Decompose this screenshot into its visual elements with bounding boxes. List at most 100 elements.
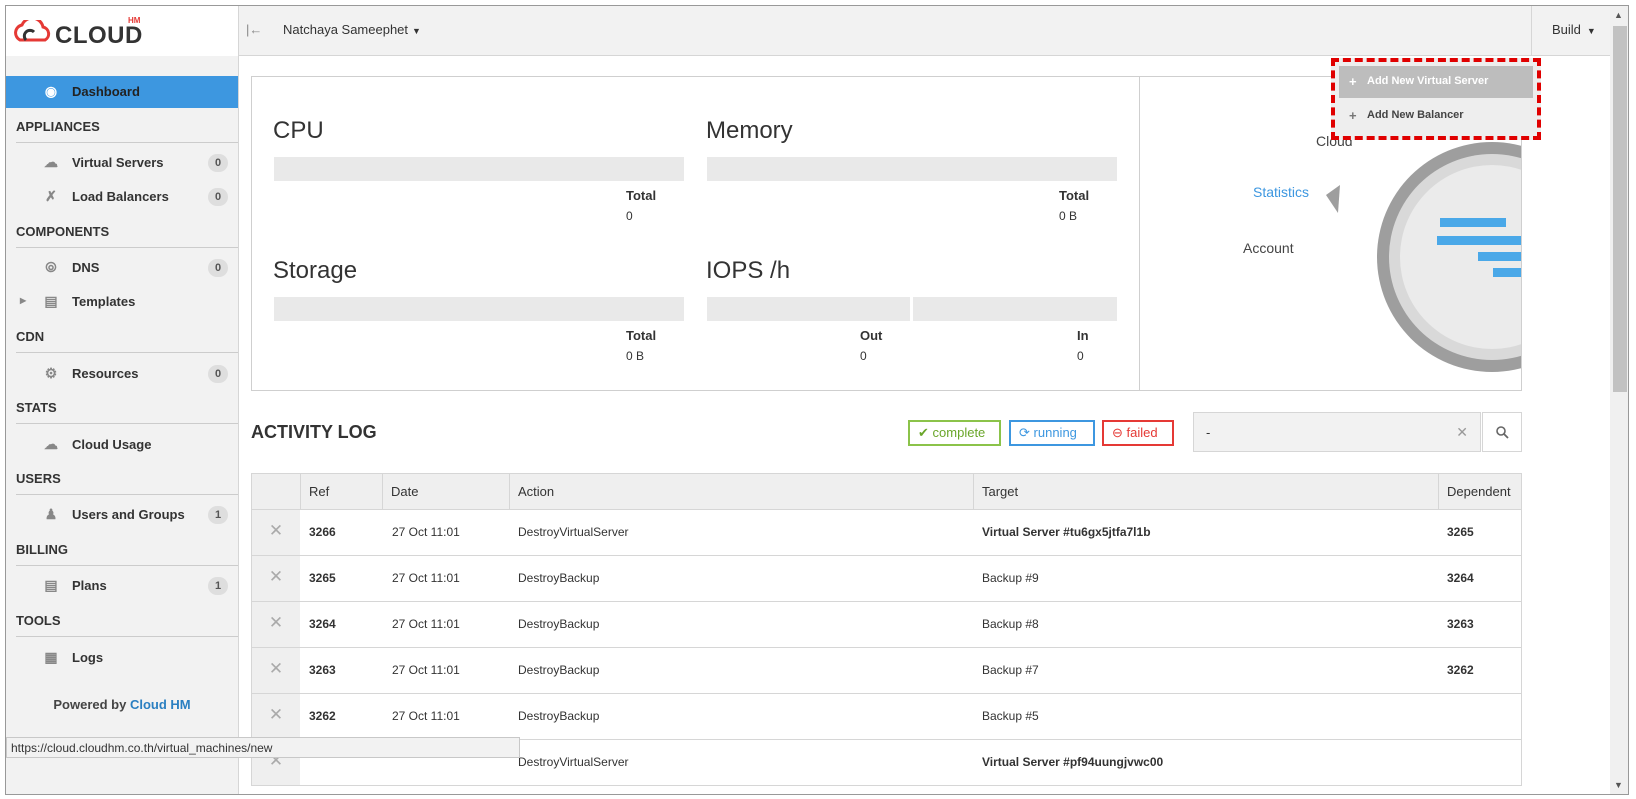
filter-complete-button[interactable]: ✔ complete	[908, 420, 1001, 446]
filter-failed-button[interactable]: ⊖ failed	[1102, 420, 1174, 446]
minus-circle-icon: ⊖	[1112, 425, 1123, 440]
col-target[interactable]: Target	[973, 474, 1438, 510]
iops-out-value: 0	[860, 349, 867, 363]
user-name: Natchaya Sameephet	[283, 22, 409, 37]
col-ref[interactable]: Ref	[300, 474, 382, 510]
resources-icon: ⚙	[44, 365, 58, 381]
col-date[interactable]: Date	[382, 474, 509, 510]
sidebar-item-dashboard[interactable]: ◉ Dashboard	[6, 76, 238, 108]
cell-date: 27 Oct 11:01	[392, 663, 460, 677]
col-dependent[interactable]: Dependent	[1438, 474, 1522, 510]
table-row: ✕ 3264 27 Oct 11:01 DestroyBackup Backup…	[251, 602, 1522, 648]
wheel-link-statistics[interactable]: Statistics	[1253, 184, 1309, 200]
cell-dependent: 3264	[1447, 571, 1474, 585]
sidebar-item-resources[interactable]: ⚙ Resources 0	[6, 358, 238, 390]
storage-bar	[274, 297, 684, 321]
table-row: ✕ 3263 27 Oct 11:01 DestroyBackup Backup…	[251, 648, 1522, 694]
cancel-icon[interactable]: ✕	[252, 510, 300, 555]
section-components: COMPONENTS	[16, 224, 238, 248]
search-button[interactable]	[1482, 412, 1522, 452]
cell-action: DestroyBackup	[518, 571, 600, 585]
cancel-icon[interactable]: ✕	[252, 694, 300, 739]
cancel-icon[interactable]: ✕	[252, 602, 300, 647]
sidebar-item-label: DNS	[72, 260, 100, 275]
count-badge: 0	[208, 365, 228, 383]
cell-target: Backup #5	[982, 709, 1039, 723]
sidebar-item-label: Cloud Usage	[72, 437, 152, 452]
logs-icon: ▦	[44, 649, 58, 665]
memory-bar	[707, 157, 1117, 181]
statistics-wheel[interactable]	[1312, 117, 1522, 390]
scrollbar-thumb[interactable]	[1613, 26, 1627, 392]
iops-in-bar	[913, 297, 1117, 321]
cell-ref: 3262	[309, 709, 336, 723]
top-bar: CLOUD HM |← Natchaya Sameephet ▼ Build ▼	[6, 6, 1628, 56]
scroll-up-icon[interactable]: ▲	[1614, 10, 1623, 20]
cell-target: Backup #7	[982, 663, 1039, 677]
log-search-input[interactable]: - ✕	[1193, 412, 1481, 452]
menu-item-label: Add New Virtual Server	[1367, 75, 1489, 87]
filter-running-button[interactable]: ⟳ running	[1009, 420, 1095, 446]
section-tools: TOOLS	[16, 613, 238, 637]
menu-item-label: Add New Balancer	[1367, 109, 1464, 121]
dashboard-icon: ◉	[44, 83, 58, 99]
cell-target-link[interactable]: Virtual Server #tu6gx5jtfa7l1b	[982, 525, 1151, 539]
add-new-balancer-item[interactable]: + Add New Balancer	[1339, 100, 1533, 132]
cpu-total-label: Total	[626, 188, 657, 203]
cancel-icon[interactable]: ✕	[252, 556, 300, 601]
sidebar-item-label: Dashboard	[72, 84, 140, 99]
col-action[interactable]: Action	[509, 474, 973, 510]
storage-total-value: 0 B	[626, 349, 645, 363]
browser-viewport: CLOUD HM |← Natchaya Sameephet ▼ Build ▼ ◉…	[5, 5, 1629, 795]
plus-icon: +	[1349, 108, 1357, 123]
section-appliances: APPLIANCES	[16, 119, 238, 143]
sidebar-item-label: Users and Groups	[72, 507, 185, 522]
build-label: Build	[1552, 22, 1581, 37]
sidebar-item-logs[interactable]: ▦ Logs	[6, 642, 238, 674]
count-badge: 0	[208, 259, 228, 277]
cell-dependent: 3265	[1447, 525, 1474, 539]
sidebar-item-users-and-groups[interactable]: ♟ Users and Groups 1	[6, 499, 238, 531]
sidebar-item-dns[interactable]: ⦾ DNS 0	[6, 252, 238, 284]
cloud-icon: ☁	[44, 154, 58, 170]
storage-title: Storage	[273, 257, 358, 284]
sidebar-item-cloud-usage[interactable]: ☁ Cloud Usage	[6, 429, 238, 461]
cell-action: DestroyVirtualServer	[518, 755, 629, 769]
sidebar-item-virtual-servers[interactable]: ☁ Virtual Servers 0	[6, 147, 238, 179]
count-badge: 0	[208, 188, 228, 206]
cell-date: 27 Oct 11:01	[392, 525, 460, 539]
iops-title: IOPS /h	[706, 257, 791, 284]
cell-date: 27 Oct 11:01	[392, 571, 460, 585]
wheel-link-account[interactable]: Account	[1243, 240, 1294, 256]
filter-label: failed	[1126, 425, 1158, 440]
build-menu[interactable]: Build ▼	[1531, 6, 1616, 56]
clear-icon[interactable]: ✕	[1456, 424, 1468, 441]
sidebar-item-label: Resources	[72, 366, 139, 381]
cpu-bar	[274, 157, 684, 181]
cell-action: DestroyBackup	[518, 663, 600, 677]
iops-in-label: In	[1077, 328, 1089, 343]
sidebar: ◉ Dashboard APPLIANCES ☁ Virtual Servers…	[6, 56, 239, 794]
refresh-icon: ⟳	[1019, 425, 1030, 440]
cloudhm-logo[interactable]: CLOUD HM	[6, 6, 239, 56]
cancel-icon[interactable]: ✕	[252, 648, 300, 693]
count-badge: 1	[208, 506, 228, 524]
logo-wordmark: CLOUD	[55, 22, 143, 49]
sidebar-item-plans[interactable]: ▤ Plans 1	[6, 570, 238, 602]
cell-ref: 3264	[309, 617, 336, 631]
powered-brand-link[interactable]: Cloud HM	[130, 697, 191, 712]
sidebar-item-label: Virtual Servers	[72, 155, 164, 170]
cell-target: Backup #8	[982, 617, 1039, 631]
table-row: ✕ 3262 27 Oct 11:01 DestroyBackup Backup…	[251, 694, 1522, 740]
sidebar-item-templates[interactable]: ▶ ▤ Templates	[6, 286, 238, 318]
expand-arrow-icon[interactable]: ▶	[20, 296, 26, 305]
page-scrollbar[interactable]: ▲ ▼	[1610, 6, 1628, 794]
scroll-down-icon[interactable]: ▼	[1614, 780, 1623, 790]
cell-date: 27 Oct 11:01	[392, 709, 460, 723]
add-new-virtual-server-item[interactable]: + Add New Virtual Server	[1339, 66, 1533, 98]
collapse-sidebar-icon[interactable]: |←	[246, 22, 262, 37]
memory-title: Memory	[706, 117, 793, 144]
cell-target-link[interactable]: Virtual Server #pf94uungjvwc00	[982, 755, 1163, 769]
sidebar-item-load-balancers[interactable]: ✗ Load Balancers 0	[6, 181, 238, 213]
user-menu[interactable]: Natchaya Sameephet ▼	[283, 22, 421, 37]
